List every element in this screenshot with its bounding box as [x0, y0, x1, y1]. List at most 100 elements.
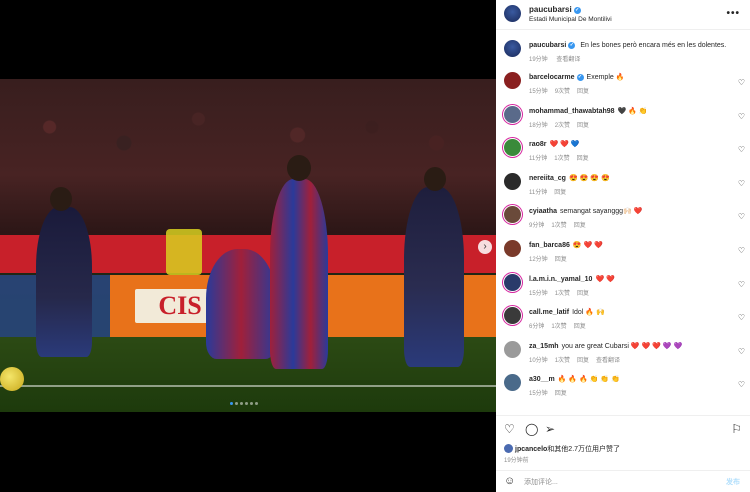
commenter-avatar[interactable] — [504, 172, 521, 190]
comment-like-heart-icon[interactable]: ♡ — [738, 246, 745, 255]
comment-meta: 15分钟 回复 — [529, 388, 574, 397]
comment-meta: 15分钟 9次赞 回复 — [529, 86, 596, 95]
more-options-icon[interactable]: ••• — [726, 8, 740, 19]
commenter-username[interactable]: l.a.m.i.n._yamal_10 — [529, 276, 592, 283]
reply-link[interactable]: 回复 — [555, 257, 567, 263]
comment-row: barcelocarme ✓ Exemple 🔥 15分钟 9次赞 回复 ♡ — [496, 70, 750, 100]
post-side-panel: paucubarsi ✓ Estadi Municipal De Montiliv… — [496, 0, 750, 492]
comment-likes[interactable]: 2次赞 — [555, 123, 570, 129]
reply-link[interactable]: 回复 — [574, 324, 586, 330]
caption-username[interactable]: paucubarsi ✓ — [529, 42, 576, 49]
commenter-avatar[interactable] — [504, 273, 521, 291]
emoji-icon[interactable]: ☺ — [504, 475, 515, 487]
liker-avatar — [504, 444, 513, 453]
reply-link[interactable]: 回复 — [554, 190, 566, 196]
comment-likes[interactable]: 1次赞 — [555, 358, 570, 364]
add-comment-input[interactable] — [524, 475, 704, 489]
comment-like-heart-icon[interactable]: ♡ — [738, 212, 745, 221]
reply-link[interactable]: 回复 — [574, 223, 586, 229]
comment-time: 18分钟 — [529, 122, 548, 129]
commenter-username[interactable]: fan_barca86 — [529, 242, 570, 249]
carousel-dot — [245, 402, 248, 405]
author-avatar[interactable] — [504, 5, 521, 22]
comment-row: za_15mh you are great Cubarsi ❤️ ❤️ ❤️ 💜 … — [496, 339, 750, 369]
commenter-username[interactable]: rao8r — [529, 141, 547, 148]
liked-by-rest[interactable]: 和其他2.7万位用户 — [547, 446, 606, 453]
liker-username[interactable]: jpcancelo — [515, 446, 547, 453]
caption-meta: 19分钟 查看翻译 — [529, 54, 587, 63]
post-actions: ♡ ◯ ➢ ⚐ jpcancelo和其他2.7万位用户赞了 19分钟前 — [496, 415, 750, 465]
author-username[interactable]: paucubarsi ✓ — [529, 5, 581, 14]
comment-body: 🔥 🔥 🔥 👏 👏 👏 — [557, 376, 620, 384]
see-translation-link[interactable]: 查看翻译 — [596, 358, 620, 364]
comment-like-heart-icon[interactable]: ♡ — [738, 280, 745, 289]
reply-link[interactable]: 回复 — [577, 123, 589, 129]
commenter-username[interactable]: barcelocarme ✓ — [529, 74, 584, 81]
verified-badge-icon: ✓ — [576, 74, 584, 81]
share-icon[interactable]: ➢ — [545, 422, 555, 436]
reply-link[interactable]: 回复 — [577, 156, 589, 162]
comment-row: call.me_latif Idol 🔥 🙌 6分钟 1次赞 回复 ♡ — [496, 305, 750, 335]
post-time: 19分钟前 — [504, 458, 529, 464]
commenter-avatar[interactable] — [504, 72, 521, 89]
comment-likes[interactable]: 1次赞 — [555, 291, 570, 297]
commenter-avatar[interactable] — [504, 105, 521, 123]
comment-likes[interactable]: 9次赞 — [555, 89, 570, 95]
comment-like-heart-icon[interactable]: ♡ — [738, 380, 745, 389]
caption-text: paucubarsi ✓ En les bones però encara més… — [529, 41, 729, 50]
commenter-avatar[interactable] — [504, 307, 521, 325]
comments-list[interactable]: paucubarsi ✓ En les bones però encara més… — [496, 32, 750, 414]
commenter-username[interactable]: mohammad_thawabtah98 — [529, 108, 615, 115]
comment-time: 12分钟 — [529, 257, 548, 263]
commenter-username[interactable]: call.me_latif — [529, 309, 569, 316]
commenter-avatar[interactable] — [504, 206, 521, 224]
comment-text: mohammad_thawabtah98 🖤 🔥 👏 — [529, 107, 729, 116]
commenter-username[interactable]: nereiita_cg — [529, 175, 566, 182]
comment-row: a30__m 🔥 🔥 🔥 👏 👏 👏 15分钟 回复 ♡ — [496, 372, 750, 402]
comment-likes[interactable]: 1次赞 — [554, 156, 569, 162]
commenter-username[interactable]: cyiaatha — [529, 208, 557, 215]
comment-like-heart-icon[interactable]: ♡ — [738, 112, 745, 121]
comment-icon[interactable]: ◯ — [525, 422, 538, 436]
comment-time: 15分钟 — [529, 391, 548, 398]
see-translation-link[interactable]: 查看翻译 — [556, 57, 580, 63]
commenter-username[interactable]: a30__m — [529, 376, 555, 383]
photo-steward — [166, 229, 202, 275]
comment-like-heart-icon[interactable]: ♡ — [738, 78, 745, 87]
photo-player-left — [36, 207, 92, 357]
liked-by[interactable]: jpcancelo和其他2.7万位用户赞了 — [504, 444, 620, 454]
comment-like-heart-icon[interactable]: ♡ — [738, 145, 745, 154]
commenter-username[interactable]: za_15mh — [529, 343, 559, 350]
comment-likes[interactable]: 1次赞 — [551, 324, 566, 330]
photo-player-right — [404, 187, 464, 367]
commenter-avatar[interactable] — [504, 340, 521, 358]
post-comment-button[interactable]: 发布 — [726, 477, 740, 487]
like-heart-icon[interactable]: ♡ — [504, 422, 515, 436]
comment-row: cyiaatha semangat sayanggg🙌🏻 ❤️ 9分钟 1次赞 回复 ♡ — [496, 204, 750, 234]
post-location[interactable]: Estadi Municipal De Montilivi — [529, 16, 612, 23]
post-photo[interactable]: CIS — [0, 79, 496, 412]
bookmark-icon[interactable]: ⚐ — [731, 422, 742, 436]
commenter-avatar[interactable] — [504, 139, 521, 157]
comment-text: rao8r ❤️ ❤️ 💙 — [529, 140, 729, 149]
comment-meta: 10分钟 1次赞 回复 查看翻译 — [529, 355, 627, 364]
commenter-avatar[interactable] — [504, 374, 521, 392]
caption-body: En les bones però encara més en les dole… — [580, 42, 727, 49]
reply-link[interactable]: 回复 — [555, 391, 567, 397]
reply-link[interactable]: 回复 — [577, 89, 589, 95]
comment-meta: 15分钟 1次赞 回复 — [529, 288, 596, 297]
author-avatar[interactable] — [504, 40, 521, 57]
comment-like-heart-icon[interactable]: ♡ — [738, 313, 745, 322]
comment-like-heart-icon[interactable]: ♡ — [738, 179, 745, 188]
comment-meta: 9分钟 1次赞 回复 — [529, 220, 593, 229]
comment-time: 11分钟 — [529, 156, 548, 163]
next-image-button[interactable]: › — [478, 240, 492, 254]
reply-link[interactable]: 回复 — [577, 358, 589, 364]
comment-text: l.a.m.i.n._yamal_10 ❤️ ❤️ — [529, 275, 729, 284]
comment-time: 9分钟 — [529, 223, 545, 230]
comment-likes[interactable]: 1次赞 — [551, 223, 566, 229]
commenter-avatar[interactable] — [504, 240, 521, 257]
comment-meta: 11分钟 1次赞 回复 — [529, 153, 596, 162]
reply-link[interactable]: 回复 — [577, 291, 589, 297]
comment-like-heart-icon[interactable]: ♡ — [738, 347, 745, 356]
